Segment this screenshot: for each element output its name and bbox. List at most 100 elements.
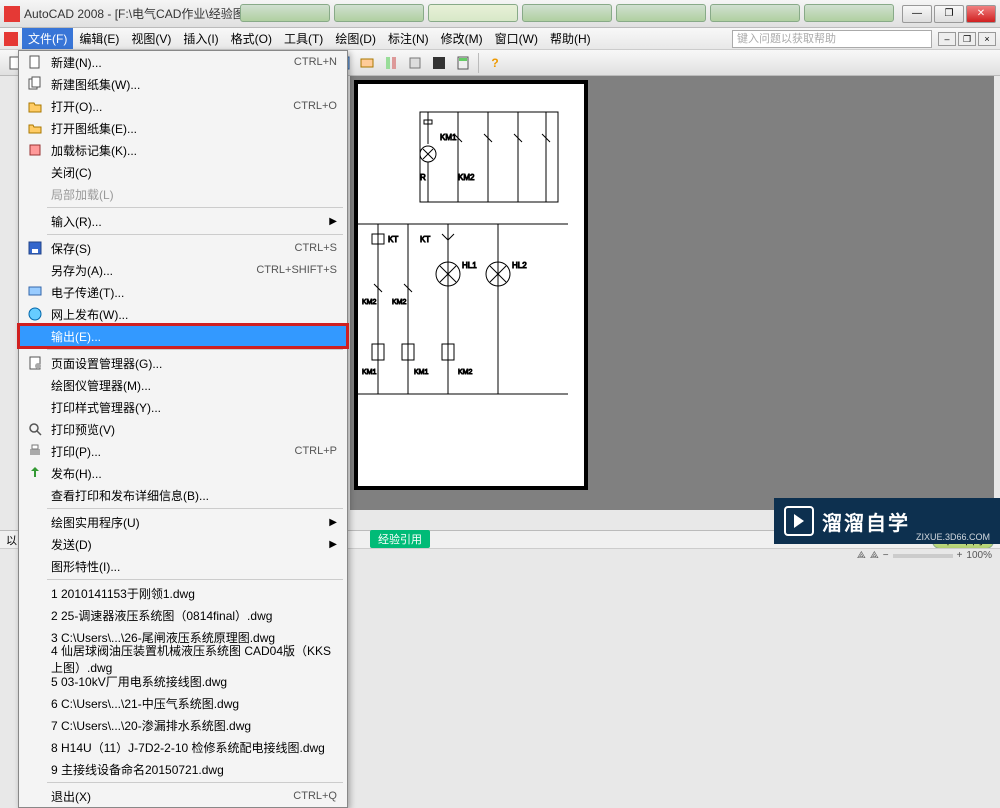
menu-item[interactable]: 8 H14U（11）J-7D2-2-10 检修系统配电接线图.dwg [19,736,347,758]
menu-separator [47,782,343,783]
menu-窗口[interactable]: 窗口(W) [489,28,544,49]
publish-icon [23,465,47,481]
menu-帮助[interactable]: 帮助(H) [544,28,597,49]
drawing-canvas[interactable]: KM1 R KM2 KT KM2 KM2 KM1 KM1 KT HL1 [350,76,994,510]
menu-item[interactable]: 1 2010141153于刚领1.dwg [19,582,347,604]
zoom-level[interactable]: 100% [966,550,992,561]
menu-item[interactable]: 打印样式管理器(Y)... [19,396,347,418]
menu-标注[interactable]: 标注(N) [382,28,435,49]
annotation-visibility-icon[interactable]: ⟁ [870,550,879,561]
app-icon [4,6,20,22]
submenu-arrow-icon: ▶ [329,216,343,227]
mdi-close-button[interactable]: × [978,32,996,46]
menu-item-label: 输入(R)... [47,213,329,230]
status-hint: 以 [6,532,17,548]
preview-icon [23,421,47,437]
menu-item[interactable]: 9 主接线设备命名20150721.dwg [19,758,347,780]
svg-text:KT: KT [388,235,398,244]
watermark-url: ZIXUE.3D66.COM [916,532,990,542]
menu-item[interactable]: 发布(H)... [19,462,347,484]
svg-text:KM2: KM2 [458,369,473,376]
minimize-button[interactable]: — [902,5,932,23]
menu-视图[interactable]: 视图(V) [125,28,177,49]
menu-item-label: 绘图实用程序(U) [47,514,329,531]
menu-separator [47,207,343,208]
menu-item[interactable]: 打开(O)...CTRL+O [19,95,347,117]
help-search-input[interactable]: 键入问题以获取帮助 [732,30,932,48]
menu-item[interactable]: 关闭(C) [19,161,347,183]
menu-item[interactable]: 6 C:\Users\...\21-中压气系统图.dwg [19,692,347,714]
menu-item-label: 绘图仪管理器(M)... [47,377,343,394]
open-icon [23,98,47,114]
menu-item-label: 6 C:\Users\...\21-中压气系统图.dwg [47,695,343,712]
menu-item-label: 网上发布(W)... [47,306,343,323]
menu-item[interactable]: 2 25-调速器液压系统图（0814final）.dwg [19,604,347,626]
menu-shortcut: CTRL+Q [293,790,343,802]
menu-插入[interactable]: 插入(I) [177,28,224,49]
file-menu-dropdown: 新建(N)...CTRL+N新建图纸集(W)...打开(O)...CTRL+O打… [18,50,348,808]
menu-separator [47,508,343,509]
svg-text:HL2: HL2 [512,261,527,270]
menu-item-label: 输出(E)... [47,328,343,345]
etrans-icon [23,284,47,300]
markup-icon[interactable] [428,52,450,74]
menu-item[interactable]: 电子传递(T)... [19,281,347,303]
menu-item[interactable]: 打印预览(V) [19,418,347,440]
menu-item-label: 新建(N)... [47,54,294,71]
svg-text:KT: KT [420,235,430,244]
menu-item[interactable]: 退出(X)CTRL+Q [19,785,347,807]
menu-item[interactable]: 图形特性(I)... [19,555,347,577]
save-icon [23,240,47,256]
zoom-in-icon[interactable]: + [957,550,963,561]
menu-item-label: 新建图纸集(W)... [47,76,343,93]
newset-icon [23,76,47,92]
help-icon[interactable]: ? [484,52,506,74]
menu-item-label: 页面设置管理器(G)... [47,355,343,372]
menu-item[interactable]: 打印(P)...CTRL+P [19,440,347,462]
menu-item[interactable]: 5 03-10kV厂用电系统接线图.dwg [19,670,347,692]
print-icon [23,443,47,459]
mdi-minimize-button[interactable]: – [938,32,956,46]
menu-item[interactable]: 打开图纸集(E)... [19,117,347,139]
menu-item[interactable]: 查看打印和发布详细信息(B)... [19,484,347,506]
menu-bar: 文件(F)编辑(E)视图(V)插入(I)格式(O)工具(T)绘图(D)标注(N)… [0,28,1000,50]
menu-item-label: 退出(X) [47,788,293,805]
close-button[interactable]: ✕ [966,5,996,23]
calc-icon[interactable] [452,52,474,74]
menu-item-label: 查看打印和发布详细信息(B)... [47,487,343,504]
svg-text:HL1: HL1 [462,261,477,270]
menu-格式[interactable]: 格式(O) [225,28,278,49]
menu-工具[interactable]: 工具(T) [278,28,329,49]
toolpalettes-icon[interactable] [380,52,402,74]
menu-item[interactable]: 绘图实用程序(U)▶ [19,511,347,533]
zoom-out-icon[interactable]: − [883,550,889,561]
menu-item[interactable]: 新建(N)...CTRL+N [19,51,347,73]
menu-绘图[interactable]: 绘图(D) [329,28,382,49]
menu-item[interactable]: 4 仙居球阀油压装置机械液压系统图 CAD04版（KKS上图）.dwg [19,648,347,670]
sheetset-icon[interactable] [404,52,426,74]
menu-item[interactable]: 输入(R)...▶ [19,210,347,232]
mdi-restore-button[interactable]: ❐ [958,32,976,46]
svg-text:KM1: KM1 [440,133,457,142]
menu-修改[interactable]: 修改(M) [435,28,489,49]
svg-text:KM1: KM1 [362,369,377,376]
menu-item[interactable]: 7 C:\Users\...\20-渗漏排水系统图.dwg [19,714,347,736]
menu-item-label: 8 H14U（11）J-7D2-2-10 检修系统配电接线图.dwg [47,739,343,756]
menu-item[interactable]: 页面设置管理器(G)... [19,352,347,374]
maximize-button[interactable]: ❐ [934,5,964,23]
menu-item-label: 局部加载(L) [47,186,343,203]
designcenter-icon[interactable] [356,52,378,74]
menu-文件[interactable]: 文件(F) [22,28,73,49]
menu-item[interactable]: 新建图纸集(W)... [19,73,347,95]
menu-item[interactable]: 发送(D)▶ [19,533,347,555]
new-icon [23,54,47,70]
annotation-scale-icon[interactable]: ⟁ [857,550,866,561]
menu-item[interactable]: 加载标记集(K)... [19,139,347,161]
menu-item[interactable]: 保存(S)CTRL+S [19,237,347,259]
svg-text:KM2: KM2 [458,173,475,182]
menu-item[interactable]: 另存为(A)...CTRL+SHIFT+S [19,259,347,281]
menu-编辑[interactable]: 编辑(E) [73,28,125,49]
menu-item[interactable]: 网上发布(W)... [19,303,347,325]
menu-item[interactable]: 绘图仪管理器(M)... [19,374,347,396]
menu-item[interactable]: 输出(E)... [19,325,347,347]
